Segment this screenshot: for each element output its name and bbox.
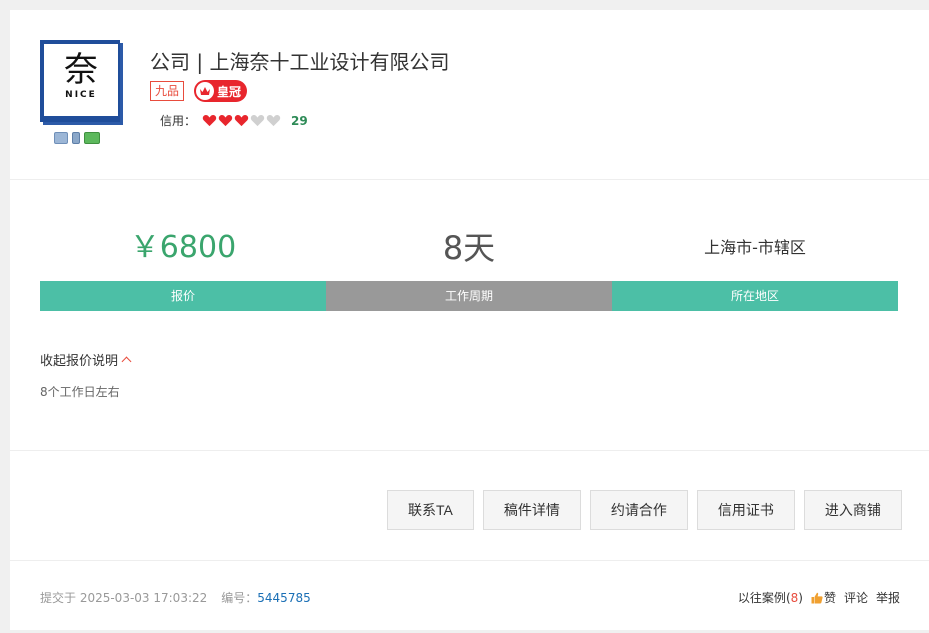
work-card: 奈 NICE 公司 | 上海奈十工业设计有限公司 九品 皇冠 信用： 29 ￥6…: [10, 10, 929, 630]
verification-icons: [54, 132, 100, 144]
heart-empty-icon: [250, 115, 265, 127]
stat-labels-bar: 报价 工作周期 所在地区: [40, 281, 898, 311]
invite-cooperate-button[interactable]: 约请合作: [589, 490, 688, 530]
past-cases-link[interactable]: 以往案例(8): [738, 589, 803, 606]
period-value: 8天: [442, 229, 496, 267]
past-cases-paren-close: ): [798, 591, 803, 605]
price-explain-text: 8个工作日左右: [40, 385, 120, 399]
credit-rating: 信用： 29: [160, 112, 308, 129]
region-value: 上海市-市辖区: [704, 238, 806, 257]
price-explain-toggle[interactable]: 收起报价说明: [40, 350, 132, 369]
price-value: ￥6800: [129, 230, 237, 265]
level-badge: 九品: [150, 81, 185, 101]
credit-certificate-button[interactable]: 信用证书: [696, 490, 795, 530]
credit-hearts: [202, 114, 281, 127]
period-label: 工作周期: [326, 281, 612, 311]
logo-glyph: 奈: [64, 50, 98, 90]
submitted-time: 提交于 2025-03-03 17:03:22: [40, 591, 208, 605]
action-buttons: 联系TA 稿件详情 约请合作 信用证书 进入商铺: [387, 490, 902, 530]
like-label: 赞: [823, 591, 836, 605]
credit-score: 29: [291, 113, 308, 128]
id-card-icon[interactable]: [54, 132, 68, 144]
submission-info: 提交于 2025-03-03 17:03:22 编号：5445785: [40, 589, 311, 606]
work-stats: ￥6800 8天 上海市-市辖区: [40, 228, 898, 278]
work-id: 编号：5445785: [221, 589, 310, 606]
work-detail-button[interactable]: 稿件详情: [482, 490, 581, 530]
crown-label: 皇冠: [217, 84, 242, 99]
logo-text: NICE: [65, 90, 97, 100]
heart-filled-icon: [234, 115, 249, 127]
work-id-value: 5445785: [257, 591, 311, 605]
price-explain-toggle-label: 收起报价说明: [40, 354, 119, 369]
report-link[interactable]: 举报: [876, 589, 900, 606]
region-label: 所在地区: [612, 281, 898, 311]
heart-filled-icon: [202, 115, 217, 127]
shop-logo[interactable]: 奈 NICE: [40, 40, 120, 122]
price-label: 报价: [40, 281, 326, 311]
shop-header: 奈 NICE 公司 | 上海奈十工业设计有限公司 九品 皇冠 信用： 29: [10, 10, 929, 180]
thumbs-up-icon: [811, 592, 823, 603]
like-button[interactable]: 赞: [811, 589, 836, 606]
bank-card-icon[interactable]: [84, 132, 100, 144]
shop-badges: 九品 皇冠: [150, 80, 248, 102]
heart-filled-icon: [218, 115, 233, 127]
divider: [10, 450, 929, 451]
credit-label: 信用：: [160, 114, 197, 128]
comment-link[interactable]: 评论: [844, 589, 868, 606]
shop-name[interactable]: 公司 | 上海奈十工业设计有限公司: [150, 46, 449, 75]
crown-badge: 皇冠: [194, 80, 248, 102]
contact-button[interactable]: 联系TA: [387, 490, 474, 530]
enter-shop-button[interactable]: 进入商铺: [803, 490, 902, 530]
phone-icon[interactable]: [72, 132, 80, 144]
heart-empty-icon: [266, 115, 281, 127]
work-id-label: 编号：: [221, 591, 258, 605]
chevron-up-icon: [121, 356, 132, 367]
footer-actions: 以往案例(8) 赞 评论 举报: [738, 589, 900, 606]
past-cases-label: 以往案例: [737, 591, 786, 605]
crown-icon: [196, 82, 215, 100]
divider: [10, 560, 929, 561]
